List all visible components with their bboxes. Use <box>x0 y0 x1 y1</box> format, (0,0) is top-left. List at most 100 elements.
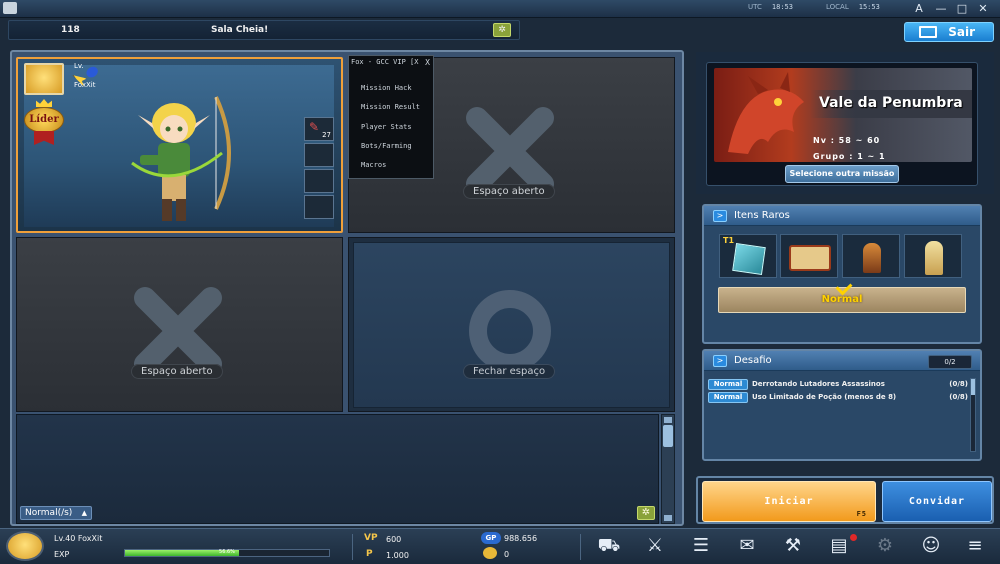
divider <box>580 534 581 560</box>
forge-icon[interactable]: ⚒ <box>780 534 806 558</box>
challenge-row[interactable]: Normal Uso Limitado de Poção (menos de 8… <box>708 392 968 404</box>
hack-menu: Fox - GCC VIP [X X Mission Hack Mission … <box>348 55 434 179</box>
exit-room-label: Sair <box>948 25 975 39</box>
equipment-icon[interactable]: ⚔ <box>642 534 668 558</box>
scroll-up-icon[interactable] <box>664 417 672 423</box>
challenge-progress: (0/8) <box>949 380 968 388</box>
menu-icon[interactable]: ≡ <box>962 534 988 558</box>
player-level-name: Lv.40 FoxXit <box>54 534 103 543</box>
player-portrait <box>24 63 64 95</box>
rare-item-slot[interactable]: T1 <box>719 234 777 278</box>
local-clock: LOCAL 15:53 <box>826 3 880 11</box>
points-value: 1.000 <box>386 551 409 560</box>
gear-icon: ✲ <box>498 25 506 35</box>
box-icon <box>732 243 766 275</box>
chat-mode-label: Normal(/s) <box>25 508 73 518</box>
closed-slot[interactable]: Fechar espaço <box>348 237 675 412</box>
close-window-button[interactable]: ✕ <box>976 2 990 16</box>
open-slot-label: Espaço aberto <box>131 364 223 379</box>
player-avatar[interactable] <box>6 531 44 561</box>
exp-percent: 56.6% <box>219 549 235 555</box>
start-label: Iniciar <box>764 496 814 507</box>
potion-icon: ✎ <box>309 120 320 134</box>
scroll-icon <box>789 245 831 271</box>
equipment-slot[interactable] <box>304 143 334 167</box>
start-hotkey: F5 <box>856 510 867 518</box>
gift-box-icon[interactable]: ✉ <box>734 534 760 558</box>
gp-icon: GP <box>481 532 501 544</box>
hack-menu-close-button[interactable]: X <box>425 58 430 67</box>
invite-button[interactable]: Convidar <box>882 481 992 522</box>
hack-menu-item[interactable]: Player Stats <box>361 123 412 131</box>
hack-menu-title: Fox - GCC VIP [X <box>351 58 419 66</box>
mission-book-icon[interactable]: ▤ <box>826 534 852 558</box>
gear-icon: ✲ <box>641 507 651 518</box>
mission-level: Nv : 58 ~ 60 <box>813 136 881 145</box>
scroll-thumb[interactable] <box>971 379 975 395</box>
exit-room-button[interactable]: Sair <box>904 22 994 42</box>
challenge-scrollbar[interactable] <box>970 378 976 452</box>
hack-menu-item[interactable]: Mission Hack <box>361 84 412 92</box>
chevron-right-icon: > <box>713 355 727 367</box>
open-slot-label: Espaço aberto <box>463 184 555 199</box>
closed-slot-circle-icon <box>469 290 551 372</box>
app-logo-icon <box>3 2 17 14</box>
hack-menu-item[interactable]: Macros <box>361 161 386 169</box>
scroll-down-icon[interactable] <box>664 515 672 521</box>
select-mission-button[interactable]: Selecione outra missão <box>785 165 899 183</box>
mission-name: Vale da Penumbra <box>819 95 963 111</box>
challenge-title: Desafio <box>734 355 772 366</box>
minimize-button[interactable]: — <box>934 2 948 16</box>
rare-item-slot[interactable] <box>842 234 900 278</box>
community-icon[interactable]: ☺ <box>918 534 944 558</box>
character-info-icon[interactable]: ☰ <box>688 534 714 558</box>
shop-icon[interactable]: ⛟ <box>596 534 622 558</box>
leader-label: Líder <box>24 107 64 133</box>
challenge-text: Uso Limitado de Poção (menos de 8) <box>752 393 897 401</box>
maximize-button[interactable]: □ <box>955 2 969 16</box>
gem-value: 0 <box>504 550 510 559</box>
chat-mode-select[interactable]: Normal(/s) ▲ <box>20 506 92 520</box>
chat-log[interactable] <box>16 414 659 524</box>
start-button[interactable]: Iniciar F5 <box>702 481 876 522</box>
open-slot-x-icon <box>466 107 554 195</box>
challenge-row[interactable]: Normal Derrotando Lutadores Assassinos (… <box>708 379 968 391</box>
chat-scrollbar[interactable] <box>661 414 675 524</box>
exit-icon <box>919 26 937 38</box>
room-header: 118 Sala Cheia! ✲ <box>8 20 520 40</box>
exp-label: EXP <box>54 550 70 559</box>
equipment-slot[interactable] <box>304 169 334 193</box>
title-bar: UTC 18:53 LOCAL 15:53 A — □ ✕ <box>0 0 1000 18</box>
leader-badge: Líder <box>24 99 64 147</box>
exp-bar: 56.6% <box>124 549 330 557</box>
vp-icon: VP <box>364 533 378 543</box>
player-stage: ✎ 27 <box>24 65 334 227</box>
chevron-right-icon: > <box>713 210 727 222</box>
scroll-thumb[interactable] <box>663 425 673 447</box>
rare-item-slot[interactable] <box>780 234 838 278</box>
challenge-difficulty-badge: Normal <box>708 392 748 403</box>
character-sprite <box>131 96 231 221</box>
chevron-up-icon: ▲ <box>81 509 87 517</box>
rare-item-slot[interactable] <box>904 234 962 278</box>
closed-slot-label: Fechar espaço <box>463 364 556 379</box>
gear-icon[interactable]: ⚙ <box>872 534 898 558</box>
equipment-slot[interactable]: ✎ 27 <box>304 117 334 141</box>
player-slot[interactable]: ✎ 27 Lv. FoxXit Líder <box>16 57 343 233</box>
difficulty-selector[interactable]: Normal <box>718 278 966 313</box>
equipment-slot[interactable] <box>304 195 334 219</box>
hack-menu-item[interactable]: Bots/Farming <box>361 142 412 150</box>
equipment-slots: ✎ 27 <box>304 117 334 229</box>
chat-settings-button[interactable]: ✲ <box>637 506 655 520</box>
character-icon <box>863 243 881 273</box>
challenge-difficulty-badge: Normal <box>708 379 748 390</box>
hack-menu-item[interactable]: Mission Result <box>361 103 420 111</box>
font-size-button[interactable]: A <box>912 2 926 16</box>
mission-group: Grupo : 1 ~ 1 <box>813 152 886 161</box>
tier-badge: T1 <box>723 236 735 245</box>
notification-dot <box>850 534 857 541</box>
open-slot-bottom[interactable]: Espaço aberto <box>16 237 343 412</box>
room-settings-button[interactable]: ✲ <box>493 23 511 37</box>
difficulty-label: Normal <box>821 294 863 305</box>
utc-clock: UTC 18:53 <box>748 3 793 11</box>
